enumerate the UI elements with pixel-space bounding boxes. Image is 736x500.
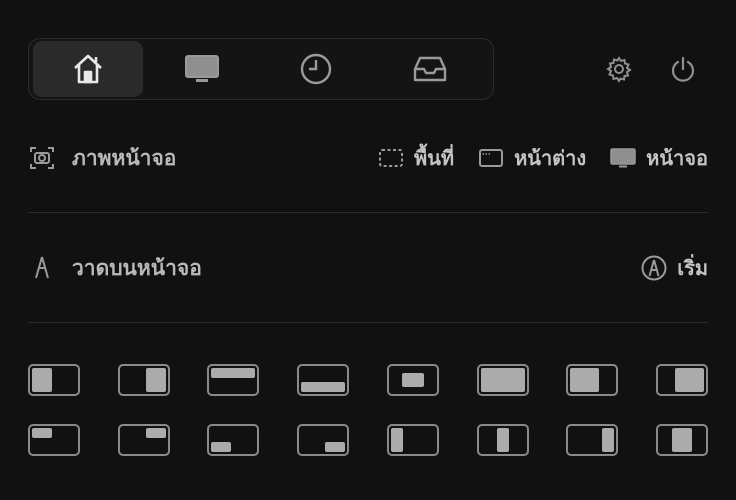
layout-top-left-quarter[interactable] bbox=[28, 424, 80, 456]
home-icon bbox=[74, 54, 102, 84]
tab-display[interactable] bbox=[147, 41, 257, 97]
pen-nib-icon bbox=[28, 254, 56, 282]
option-screen[interactable]: หน้าจอ bbox=[610, 142, 708, 174]
layout-left-two-thirds[interactable] bbox=[566, 364, 618, 396]
draw-row: วาดบนหน้าจอ เริ่ม bbox=[28, 248, 708, 288]
option-screen-label: หน้าจอ bbox=[646, 146, 708, 170]
tab-history[interactable] bbox=[261, 41, 371, 97]
tab-inbox[interactable] bbox=[375, 41, 485, 97]
pen-circle-icon bbox=[641, 255, 667, 281]
gear-icon bbox=[606, 56, 632, 83]
option-window[interactable]: หน้าต่าง bbox=[478, 142, 586, 174]
screenshot-row: ภาพหน้าจอ พื้นที่ หน้าต่าง หน้าจอ bbox=[28, 138, 708, 178]
layout-top-half[interactable] bbox=[207, 364, 259, 396]
top-tab-bar bbox=[28, 38, 494, 100]
layout-center-third[interactable] bbox=[477, 424, 529, 456]
layout-left-third[interactable] bbox=[387, 424, 439, 456]
region-icon bbox=[379, 149, 404, 167]
power-button[interactable] bbox=[666, 52, 700, 86]
layout-bottom-right-quarter[interactable] bbox=[297, 424, 349, 456]
divider bbox=[28, 212, 708, 213]
divider bbox=[28, 322, 708, 323]
option-window-label: หน้าต่าง bbox=[514, 146, 587, 170]
camera-icon bbox=[28, 144, 56, 172]
monitor-icon bbox=[185, 55, 219, 82]
option-region-label: พื้นที่ bbox=[414, 146, 455, 170]
layout-right-two-thirds[interactable] bbox=[656, 364, 708, 396]
layout-center-two-thirds[interactable] bbox=[656, 424, 708, 456]
settings-button[interactable] bbox=[602, 52, 636, 86]
tab-home[interactable] bbox=[33, 41, 143, 97]
layout-left-half[interactable] bbox=[28, 364, 80, 396]
clock-icon bbox=[300, 53, 332, 85]
screenshot-label: ภาพหน้าจอ bbox=[72, 145, 177, 170]
draw-label: วาดบนหน้าจอ bbox=[72, 255, 202, 280]
window-icon bbox=[479, 149, 504, 167]
layout-bottom-half[interactable] bbox=[297, 364, 349, 396]
inbox-icon bbox=[413, 56, 447, 82]
layout-top-right-quarter[interactable] bbox=[118, 424, 170, 456]
power-icon bbox=[671, 56, 695, 82]
layout-maximize[interactable] bbox=[477, 364, 529, 396]
layout-bottom-left-quarter[interactable] bbox=[207, 424, 259, 456]
layout-right-half[interactable] bbox=[118, 364, 170, 396]
draw-start-label: เริ่ม bbox=[677, 256, 708, 280]
layout-center[interactable] bbox=[387, 364, 439, 396]
monitor-icon bbox=[610, 148, 636, 168]
layout-right-third[interactable] bbox=[566, 424, 618, 456]
option-region[interactable]: พื้นที่ bbox=[378, 142, 454, 174]
draw-start-button[interactable]: เริ่ม bbox=[641, 252, 708, 284]
